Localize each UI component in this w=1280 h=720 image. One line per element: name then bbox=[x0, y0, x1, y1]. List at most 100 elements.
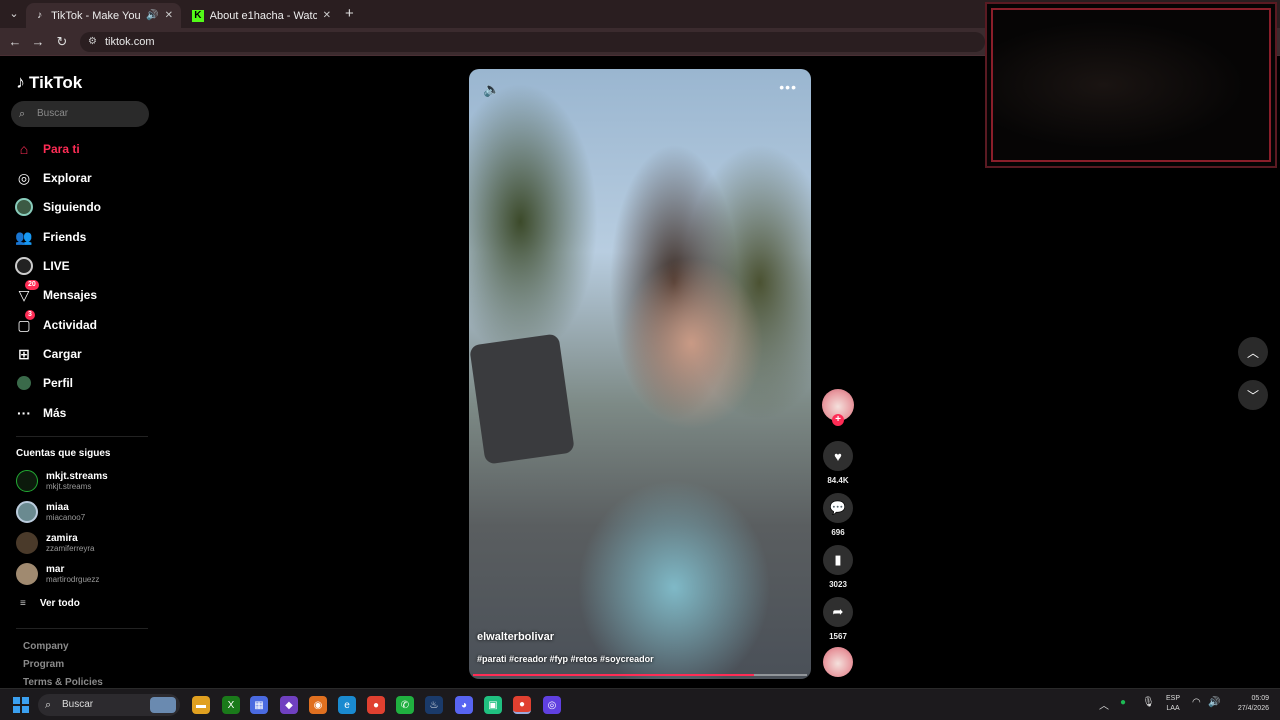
close-tab-icon[interactable]: ✕ bbox=[323, 10, 331, 21]
video-more-icon[interactable]: ••• bbox=[779, 79, 797, 95]
nav-friends[interactable]: 👥 Friends bbox=[14, 226, 86, 248]
avatar bbox=[16, 532, 38, 554]
reload-icon[interactable]: ↻ bbox=[54, 34, 70, 50]
footer-terms-link[interactable]: Terms & Policies bbox=[23, 677, 103, 688]
whatsapp-icon[interactable]: ✆ bbox=[396, 696, 414, 714]
next-video-button[interactable]: ﹀ bbox=[1238, 380, 1268, 410]
microphone-icon[interactable]: 🎙 bbox=[1142, 697, 1155, 708]
taskbar-search[interactable]: ⌕ Buscar bbox=[38, 694, 180, 716]
video-phone-shape bbox=[469, 333, 575, 465]
tab-tiktok[interactable]: ♪ TikTok - Make Your Day 🔊 ✕ bbox=[26, 3, 181, 28]
live-icon bbox=[14, 256, 34, 276]
back-icon[interactable]: ← bbox=[7, 34, 23, 49]
site-info-icon[interactable]: ⚙ bbox=[88, 32, 97, 52]
app-icon[interactable]: ◆ bbox=[280, 696, 298, 714]
nav-mensajes[interactable]: ▽ 20 Mensajes bbox=[14, 280, 98, 306]
sidebar-divider bbox=[16, 436, 148, 437]
save-button[interactable]: ▮ bbox=[823, 545, 853, 575]
account-name: miaa bbox=[46, 502, 69, 513]
video-player[interactable]: 🔈 ••• elwalterbolivar #parati #creador #… bbox=[469, 69, 811, 679]
account-item[interactable]: miaa miacanoo7 bbox=[16, 499, 85, 525]
edge-icon[interactable]: e bbox=[338, 696, 356, 714]
follow-plus-icon[interactable]: + bbox=[832, 414, 844, 426]
nav-label: Mensajes bbox=[43, 288, 98, 302]
chrome-active-icon[interactable]: ● bbox=[513, 696, 531, 714]
comment-count: 696 bbox=[831, 528, 845, 537]
nav-actividad[interactable]: ▢ 3 Actividad bbox=[14, 310, 97, 336]
volume-icon[interactable]: 🔊 bbox=[1208, 697, 1220, 708]
nav-label: Explorar bbox=[43, 171, 92, 185]
tiktok-logo[interactable]: ♪ TikTok bbox=[16, 72, 82, 93]
nav-explorar[interactable]: ◎ Explorar bbox=[14, 167, 92, 189]
comment-button[interactable]: 💬 bbox=[823, 493, 853, 523]
avatar bbox=[16, 501, 38, 523]
see-all-button[interactable]: ≡ Ver todo bbox=[20, 598, 80, 609]
nav-para-ti[interactable]: ⌂ Para ti bbox=[14, 138, 80, 160]
account-name: zamira bbox=[46, 533, 78, 544]
spotify-icon[interactable]: ● bbox=[1120, 697, 1126, 708]
tab-kick[interactable]: K About e1hacha - Watch Live on ✕ bbox=[184, 3, 339, 28]
keyboard-layout: LAA bbox=[1166, 705, 1180, 712]
share-icon: ➦ bbox=[832, 604, 844, 619]
store-icon[interactable]: ▦ bbox=[250, 696, 268, 714]
volume-icon[interactable]: 🔈 bbox=[483, 81, 500, 98]
messages-badge: 20 bbox=[25, 280, 39, 290]
music-disc-avatar[interactable] bbox=[823, 647, 853, 677]
nav-perfil[interactable]: Perfil bbox=[14, 372, 73, 394]
account-handle: martirodrguezz bbox=[46, 575, 100, 584]
taskbar-search-label: Buscar bbox=[62, 699, 94, 710]
logo-text: TikTok bbox=[29, 72, 83, 92]
discord-icon[interactable]: ◕ bbox=[455, 696, 473, 714]
language-indicator[interactable]: ESP LAA bbox=[1166, 694, 1180, 714]
clock-date: 27/4/2026 bbox=[1237, 705, 1269, 712]
nav-label: Para ti bbox=[43, 142, 80, 156]
file-explorer-icon[interactable]: ▬ bbox=[192, 696, 210, 714]
nav-label: Friends bbox=[43, 230, 87, 244]
nav-cargar[interactable]: ⊞ Cargar bbox=[14, 343, 82, 365]
url-field[interactable]: ⚙ tiktok.com bbox=[80, 32, 985, 52]
nav-label: Más bbox=[43, 406, 67, 420]
account-name: mkjt.streams bbox=[46, 471, 108, 482]
profile-icon bbox=[14, 373, 34, 393]
video-progress-bar[interactable] bbox=[473, 674, 807, 676]
new-tab-icon[interactable]: + bbox=[345, 5, 354, 22]
windows-start-icon[interactable] bbox=[13, 697, 29, 713]
obs-icon[interactable]: ◎ bbox=[543, 696, 561, 714]
tray-overflow-icon[interactable]: ︿ bbox=[1099, 697, 1109, 712]
chrome-icon[interactable]: ● bbox=[367, 696, 385, 714]
account-name: mar bbox=[46, 564, 65, 575]
search-input[interactable]: ⌕ Buscar bbox=[11, 101, 149, 127]
video-caption[interactable]: #parati #creador #fyp #retos #soycreador bbox=[477, 654, 654, 664]
blender-icon[interactable]: ◉ bbox=[309, 696, 327, 714]
sidebar-divider bbox=[16, 628, 148, 629]
footer-program-link[interactable]: Program bbox=[23, 659, 64, 670]
tiktok-favicon-icon: ♪ bbox=[37, 9, 43, 21]
steam-icon[interactable]: ♨ bbox=[425, 696, 443, 714]
like-button[interactable]: ♥ bbox=[823, 441, 853, 471]
wifi-icon[interactable]: ◠ bbox=[1192, 697, 1201, 708]
forward-icon[interactable]: → bbox=[30, 34, 46, 49]
windows-taskbar: ⌕ Buscar X ▬ ▦ ◆ ◉ e ● ✆ ♨ ◕ ▣ ● ◎ ︿ ● 🎙… bbox=[0, 688, 1280, 720]
nav-mas[interactable]: ··· Más bbox=[14, 402, 66, 424]
nav-siguiendo[interactable]: Siguiendo bbox=[14, 196, 101, 218]
share-button[interactable]: ➦ bbox=[823, 597, 853, 627]
following-section-title: Cuentas que sigues bbox=[16, 448, 111, 459]
previous-video-button[interactable]: ︿ bbox=[1238, 337, 1268, 367]
account-item[interactable]: mkjt.streams mkjt.streams bbox=[16, 468, 108, 494]
account-item[interactable]: zamira zzamiferreyra bbox=[16, 530, 94, 556]
speaker-icon[interactable]: 🔊 bbox=[146, 10, 158, 21]
like-count: 84.4K bbox=[827, 476, 849, 485]
nav-live[interactable]: LIVE bbox=[14, 255, 70, 277]
footer-company-link[interactable]: Company bbox=[23, 641, 69, 652]
account-handle: miacanoo7 bbox=[46, 513, 86, 522]
close-tab-icon[interactable]: ✕ bbox=[165, 10, 173, 21]
xbox-icon[interactable]: X bbox=[222, 696, 240, 714]
tab-search-icon[interactable]: ⌄ bbox=[6, 6, 22, 22]
activity-icon: ▢ 3 bbox=[14, 310, 35, 335]
see-all-label: Ver todo bbox=[39, 598, 80, 609]
search-icon: ⌕ bbox=[45, 699, 52, 711]
account-item[interactable]: mar martirodrguezz bbox=[16, 561, 99, 587]
clock[interactable]: 05:09 27/4/2026 bbox=[1225, 694, 1269, 714]
video-creator-name[interactable]: elwalterbolivar bbox=[477, 631, 554, 643]
android-app-icon[interactable]: ▣ bbox=[484, 696, 502, 714]
